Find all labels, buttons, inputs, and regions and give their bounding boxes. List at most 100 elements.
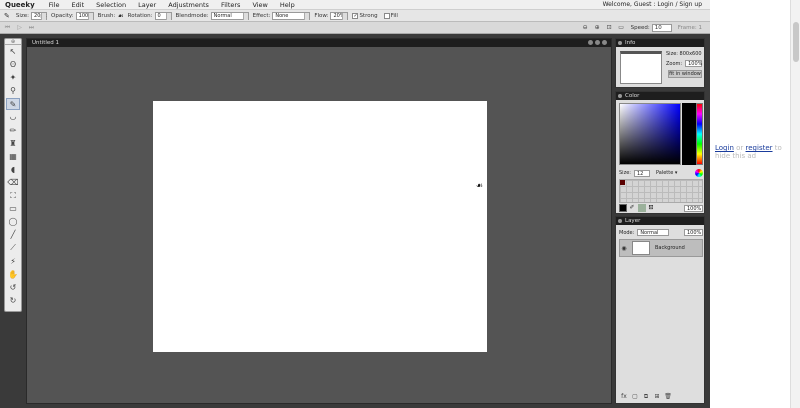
ad-login-link[interactable]: Login <box>715 144 734 152</box>
rectangle-tool-icon[interactable]: ▭ <box>6 203 20 215</box>
dropdown-arrow-icon <box>165 12 171 20</box>
page-scrollbar[interactable] <box>790 0 800 408</box>
speed-select[interactable]: 10 <box>651 23 672 32</box>
pencil-tool-icon[interactable]: ✏ <box>6 125 20 137</box>
canvas-size-text: Size: 800x600 <box>666 51 702 57</box>
first-frame-icon[interactable]: ⏮ <box>3 24 12 32</box>
saturation-field[interactable] <box>619 103 681 165</box>
maximize-icon[interactable] <box>595 40 600 45</box>
layer-opacity-select[interactable]: 100% <box>684 229 703 236</box>
layer-mode-select[interactable]: Normal <box>637 229 670 236</box>
background-color-swatch[interactable] <box>638 204 646 212</box>
layer-effects-icon[interactable]: fx <box>620 393 628 400</box>
bucket-icon[interactable]: ⛾ <box>647 204 655 212</box>
foreground-color-swatch[interactable] <box>619 204 627 212</box>
dropdown-arrow-icon <box>87 12 93 20</box>
welcome-text: Welcome, Guest : <box>602 1 656 8</box>
menu-adjustments[interactable]: Adjustments <box>168 1 209 9</box>
rotation-label: Rotation: <box>127 12 153 19</box>
merge-layer-icon[interactable]: ⊞ <box>653 393 661 400</box>
info-panel-header[interactable]: Info <box>616 39 704 47</box>
menu-view[interactable]: View <box>252 1 267 9</box>
layer-item[interactable]: ◉ Background <box>619 239 703 257</box>
navigator-thumbnail[interactable] <box>620 51 662 84</box>
scrollbar-thumb[interactable] <box>793 22 799 62</box>
line-tool-icon[interactable]: ╱ <box>6 229 20 241</box>
menu-filters[interactable]: Filters <box>221 1 240 9</box>
blur-tool-icon[interactable]: ▦ <box>6 151 20 163</box>
strong-checkbox[interactable]: ✓ <box>352 12 359 19</box>
lasso-tool-icon[interactable]: ʘ <box>6 59 20 71</box>
close-icon[interactable] <box>602 40 607 45</box>
delete-layer-icon[interactable]: 🗑 <box>664 393 672 400</box>
rotation-select[interactable]: 0 <box>154 11 172 20</box>
login-link[interactable]: Login <box>657 1 673 8</box>
magic-wand-tool-icon[interactable]: ✦ <box>6 72 20 84</box>
animation-bar: ⏮ ▷ ⏭ ⊖ ⊕ ⊡ ▭ Speed: 10 Frame: 1 <box>0 22 710 34</box>
drawing-canvas[interactable] <box>153 101 487 352</box>
document-titlebar[interactable]: Untitled 1 <box>27 39 611 47</box>
next-frame-icon[interactable]: ⏭ <box>27 24 36 32</box>
fill-checkbox[interactable] <box>383 12 390 19</box>
blendmode-label: Blendmode: <box>175 12 209 19</box>
new-layer-icon[interactable]: ▢ <box>631 393 639 400</box>
stamp-tool-icon[interactable]: ♜ <box>6 138 20 150</box>
brush-preview-icon[interactable]: ☙ <box>117 12 123 20</box>
move-tool-icon[interactable]: ↖ <box>6 46 20 58</box>
color-size-select[interactable]: 12 <box>633 169 650 177</box>
opacity-label: Opacity: <box>51 12 74 19</box>
palette-select[interactable]: Palette ▾ <box>656 170 677 176</box>
dropdown-arrow-icon <box>41 12 47 20</box>
fit-in-window-button[interactable]: fit in window <box>668 70 702 78</box>
play-icon[interactable]: ▷ <box>15 24 24 32</box>
layer-panel-header[interactable]: Layer <box>616 217 704 225</box>
opacity-select[interactable]: 100% <box>75 11 94 20</box>
eraser-tool-icon[interactable]: ⌫ <box>6 177 20 189</box>
color-size-label: Size: <box>619 170 631 176</box>
color-wheel-icon[interactable] <box>695 169 703 177</box>
dodge-tool-icon[interactable]: ◖ <box>6 164 20 176</box>
speed-value: 10 <box>654 24 662 31</box>
menu-help[interactable]: Help <box>280 1 295 9</box>
redo-tool-icon[interactable]: ↻ <box>6 295 20 307</box>
palette-handle-icon[interactable]: ⊕ <box>5 39 21 45</box>
fit-screen-icon[interactable]: ⊡ <box>605 24 614 32</box>
picker-icon[interactable]: ✐ <box>628 204 636 212</box>
monitor-icon[interactable]: ▭ <box>617 24 626 32</box>
effect-select[interactable]: None <box>272 11 311 20</box>
value-strip[interactable] <box>682 103 696 165</box>
minimize-icon[interactable] <box>588 40 593 45</box>
zoom-out-icon[interactable]: ⊖ <box>581 24 590 32</box>
ellipse-tool-icon[interactable]: ◯ <box>6 216 20 228</box>
signup-link[interactable]: Sign up <box>679 1 702 8</box>
duplicate-layer-icon[interactable]: ⧉ <box>642 393 650 400</box>
gradient-tool-icon[interactable]: ⚡ <box>6 256 20 268</box>
color-panel-header[interactable]: Color <box>616 92 704 100</box>
picker-tool-icon[interactable]: ⟋ <box>6 242 20 254</box>
layer-thumbnail <box>632 241 650 255</box>
menu-layer[interactable]: Layer <box>138 1 156 9</box>
menu-edit[interactable]: Edit <box>72 1 85 9</box>
ad-register-link[interactable]: register <box>746 144 773 152</box>
swatch-grid[interactable] <box>619 179 703 203</box>
smudge-tool-icon[interactable]: ◡ <box>6 111 20 123</box>
layer-name: Background <box>655 245 685 251</box>
zoom-in-icon[interactable]: ⊕ <box>593 24 602 32</box>
size-select[interactable]: 20px <box>31 11 48 20</box>
menu-file[interactable]: File <box>49 1 60 9</box>
zoom-value: 100% <box>688 61 703 67</box>
tool-palette: ⊕ ↖ ʘ ✦ ⚲ ✎ ◡ ✏ ♜ ▦ ◖ ⌫ ⛶ ▭ ◯ ╱ ⟋ ⚡ ✋ ↺ ↻ <box>4 38 22 312</box>
zoom-tool-icon[interactable]: ⚲ <box>6 85 20 97</box>
hand-tool-icon[interactable]: ✋ <box>6 269 20 281</box>
color-opacity-select[interactable]: 100% <box>684 204 703 212</box>
blendmode-select[interactable]: Normal <box>210 11 249 20</box>
flow-select[interactable]: 20% <box>330 11 349 20</box>
brush-tool-icon[interactable]: ✎ <box>6 98 20 111</box>
menu-selection[interactable]: Selection <box>96 1 126 9</box>
bucket-tool-icon[interactable]: ⛶ <box>6 190 20 202</box>
hue-slider[interactable] <box>696 103 703 165</box>
undo-tool-icon[interactable]: ↺ <box>6 282 20 294</box>
visibility-eye-icon[interactable]: ◉ <box>620 245 628 252</box>
swatch[interactable] <box>620 180 625 185</box>
zoom-select[interactable]: 100% <box>685 60 702 67</box>
